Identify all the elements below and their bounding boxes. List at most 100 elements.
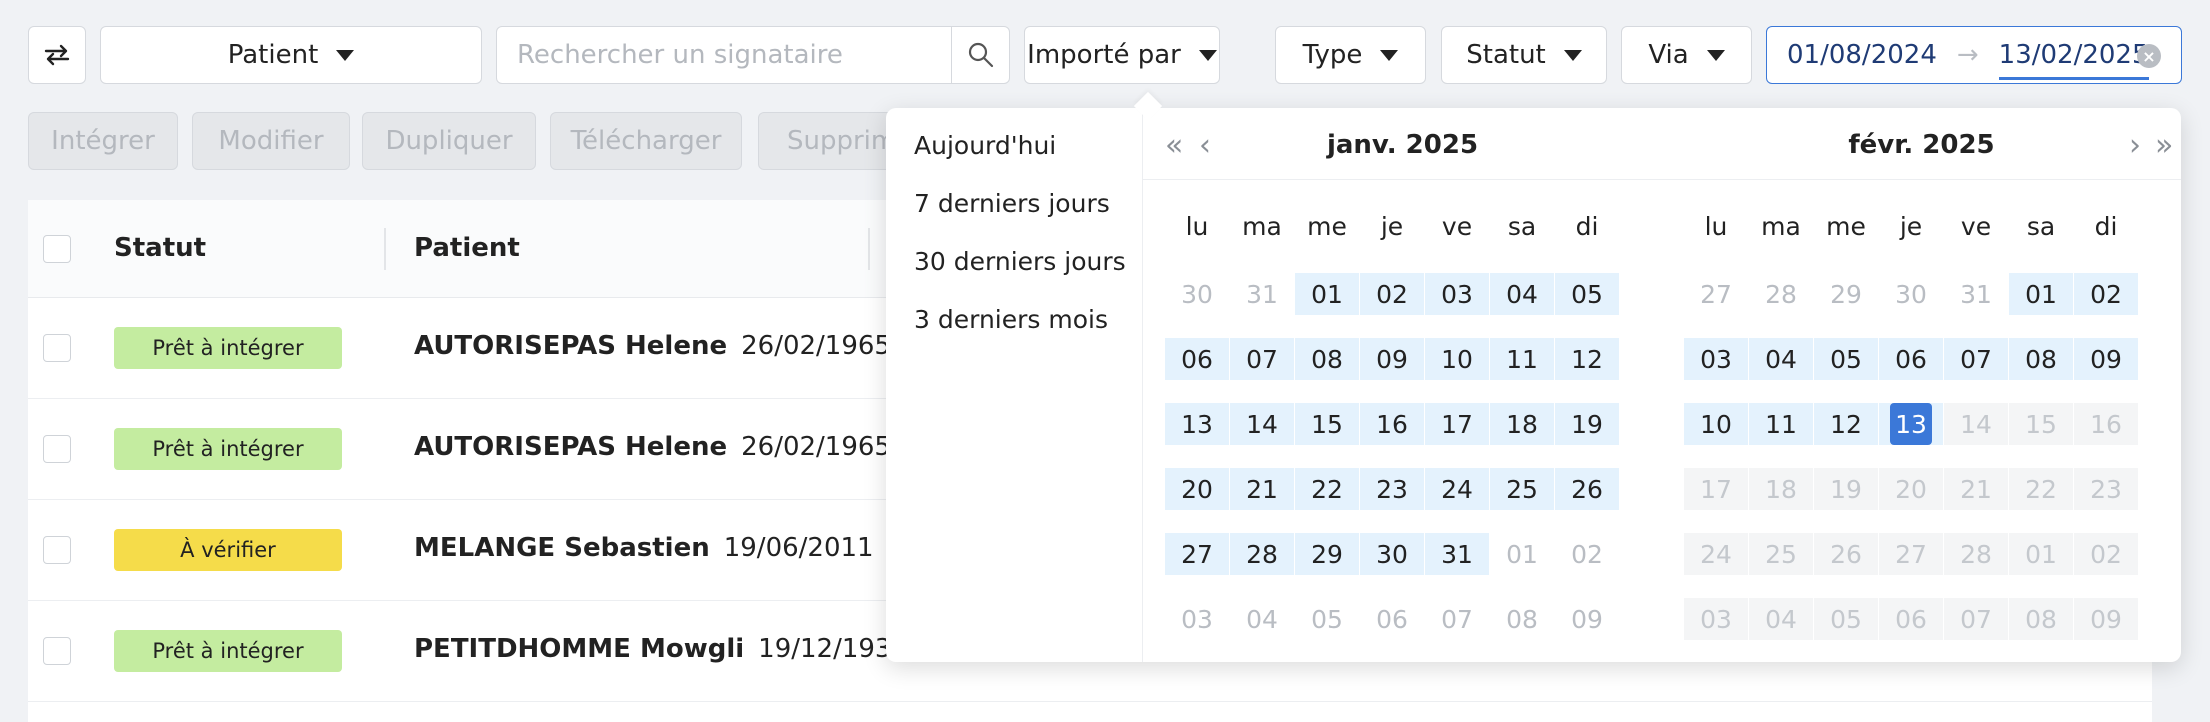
- calendar-day[interactable]: 11: [1490, 338, 1554, 380]
- calendar-day[interactable]: 08: [2009, 338, 2073, 380]
- calendar-day[interactable]: 28: [1749, 273, 1813, 315]
- calendar-day[interactable]: 04: [1490, 273, 1554, 315]
- calendar-day[interactable]: 24: [1425, 468, 1489, 510]
- calendar-day[interactable]: 02: [1555, 533, 1619, 575]
- calendar-day[interactable]: 30: [1165, 273, 1229, 315]
- calendar-day[interactable]: 27: [1165, 533, 1229, 575]
- calendar-day[interactable]: 29: [1295, 533, 1359, 575]
- calendar-day[interactable]: 02: [2074, 273, 2138, 315]
- double-chevron-right-icon[interactable]: »: [2155, 128, 2173, 163]
- sync-button[interactable]: [28, 26, 86, 84]
- calendar-day[interactable]: 05: [1295, 598, 1359, 640]
- date-range-picker[interactable]: 01/08/2024 → 13/02/2025 ×: [1766, 26, 2182, 84]
- telecharger-button[interactable]: Télécharger: [550, 112, 742, 170]
- importe-par-filter[interactable]: Importé par: [1024, 26, 1220, 84]
- preset-7-days[interactable]: 7 derniers jours: [914, 189, 1110, 218]
- column-header-statut[interactable]: Statut: [114, 233, 206, 263]
- calendar-day[interactable]: 03: [1684, 338, 1748, 380]
- calendar-day: 07: [1944, 598, 2008, 640]
- calendar-day[interactable]: 09: [1360, 338, 1424, 380]
- statut-filter[interactable]: Statut: [1441, 26, 1607, 84]
- calendar-day[interactable]: 12: [1814, 403, 1878, 445]
- preset-3-months[interactable]: 3 derniers mois: [914, 305, 1108, 334]
- calendar-day[interactable]: 28: [1230, 533, 1294, 575]
- search-button[interactable]: [951, 27, 1009, 83]
- calendar-day[interactable]: 16: [1360, 403, 1424, 445]
- calendar-day[interactable]: 27: [1684, 273, 1748, 315]
- calendar-day[interactable]: 19: [1555, 403, 1619, 445]
- select-all-checkbox[interactable]: [43, 235, 71, 263]
- calendar-day: 25: [1749, 533, 1813, 575]
- calendar-day[interactable]: 04: [1230, 598, 1294, 640]
- date-start-input[interactable]: 01/08/2024: [1787, 40, 1937, 70]
- row-checkbox[interactable]: [43, 536, 71, 564]
- calendar-day[interactable]: 22: [1295, 468, 1359, 510]
- calendar-day[interactable]: 31: [1425, 533, 1489, 575]
- calendar-day[interactable]: 31: [1944, 273, 2008, 315]
- calendar-day[interactable]: 14: [1230, 403, 1294, 445]
- calendar-day[interactable]: 05: [1814, 338, 1878, 380]
- clear-icon[interactable]: ×: [2137, 44, 2161, 68]
- calendar-day[interactable]: 01: [1490, 533, 1554, 575]
- calendar-day[interactable]: 21: [1230, 468, 1294, 510]
- row-checkbox[interactable]: [43, 435, 71, 463]
- row-checkbox[interactable]: [43, 334, 71, 362]
- calendar-day[interactable]: 07: [1944, 338, 2008, 380]
- patient-filter-select[interactable]: Patient: [100, 26, 482, 84]
- calendar-day[interactable]: 08: [1295, 338, 1359, 380]
- column-header-patient[interactable]: Patient: [414, 233, 520, 263]
- calendar-day[interactable]: 07: [1425, 598, 1489, 640]
- patient-name: AUTORISEPAS Helene: [414, 432, 728, 462]
- calendar-day[interactable]: 07: [1230, 338, 1294, 380]
- preset-today[interactable]: Aujourd'hui: [914, 131, 1056, 160]
- calendar-day[interactable]: 18: [1490, 403, 1554, 445]
- calendar-day[interactable]: 30: [1360, 533, 1424, 575]
- weekday-label: sa: [2026, 212, 2056, 241]
- calendar-day[interactable]: 29: [1814, 273, 1878, 315]
- status-badge: Prêt à intégrer: [114, 630, 342, 672]
- calendar-day[interactable]: 11: [1749, 403, 1813, 445]
- date-end-input[interactable]: 13/02/2025: [1998, 40, 2149, 80]
- row-checkbox[interactable]: [43, 637, 71, 665]
- calendar-day[interactable]: 10: [1425, 338, 1489, 380]
- calendar-day[interactable]: 13: [1165, 403, 1229, 445]
- calendar-day[interactable]: 02: [1360, 273, 1424, 315]
- calendar-day[interactable]: 06: [1360, 598, 1424, 640]
- calendar-day[interactable]: 23: [1360, 468, 1424, 510]
- signataire-search-input[interactable]: Rechercher un signataire: [496, 26, 1010, 84]
- calendar-day[interactable]: 05: [1555, 273, 1619, 315]
- preset-30-days[interactable]: 30 derniers jours: [914, 247, 1126, 276]
- calendar-day[interactable]: 20: [1165, 468, 1229, 510]
- type-filter[interactable]: Type: [1275, 26, 1426, 84]
- calendar-day[interactable]: 30: [1879, 273, 1943, 315]
- calendar-day[interactable]: 06: [1879, 338, 1943, 380]
- calendar-day[interactable]: 03: [1165, 598, 1229, 640]
- integrer-button[interactable]: Intégrer: [28, 112, 178, 170]
- via-filter[interactable]: Via: [1621, 26, 1752, 84]
- chevron-right-icon[interactable]: ›: [2129, 128, 2141, 163]
- calendar-day: 03: [1684, 598, 1748, 640]
- calendar-day[interactable]: 10: [1684, 403, 1748, 445]
- calendar-day[interactable]: 12: [1555, 338, 1619, 380]
- calendar-day: 05: [1814, 598, 1878, 640]
- calendar-day[interactable]: 09: [2074, 338, 2138, 380]
- calendar-day[interactable]: 09: [1555, 598, 1619, 640]
- weekday-label: je: [1380, 212, 1404, 241]
- calendar-day[interactable]: 15: [1295, 403, 1359, 445]
- calendar-day[interactable]: 06: [1165, 338, 1229, 380]
- dupliquer-button[interactable]: Dupliquer: [362, 112, 536, 170]
- calendar-day[interactable]: 25: [1490, 468, 1554, 510]
- modifier-button[interactable]: Modifier: [192, 112, 350, 170]
- calendar-day[interactable]: 01: [1295, 273, 1359, 315]
- selected-day[interactable]: 13: [1879, 403, 1943, 445]
- calendar-day[interactable]: 01: [2009, 273, 2073, 315]
- calendar-day[interactable]: 17: [1425, 403, 1489, 445]
- calendar-day[interactable]: 03: [1425, 273, 1489, 315]
- calendar-day[interactable]: 31: [1230, 273, 1294, 315]
- calendar-day: 24: [1684, 533, 1748, 575]
- calendar-day[interactable]: 08: [1490, 598, 1554, 640]
- calendar-day[interactable]: 26: [1555, 468, 1619, 510]
- calendar-day: 01: [2009, 533, 2073, 575]
- month-title: févr. 2025: [1848, 130, 1995, 160]
- calendar-day[interactable]: 04: [1749, 338, 1813, 380]
